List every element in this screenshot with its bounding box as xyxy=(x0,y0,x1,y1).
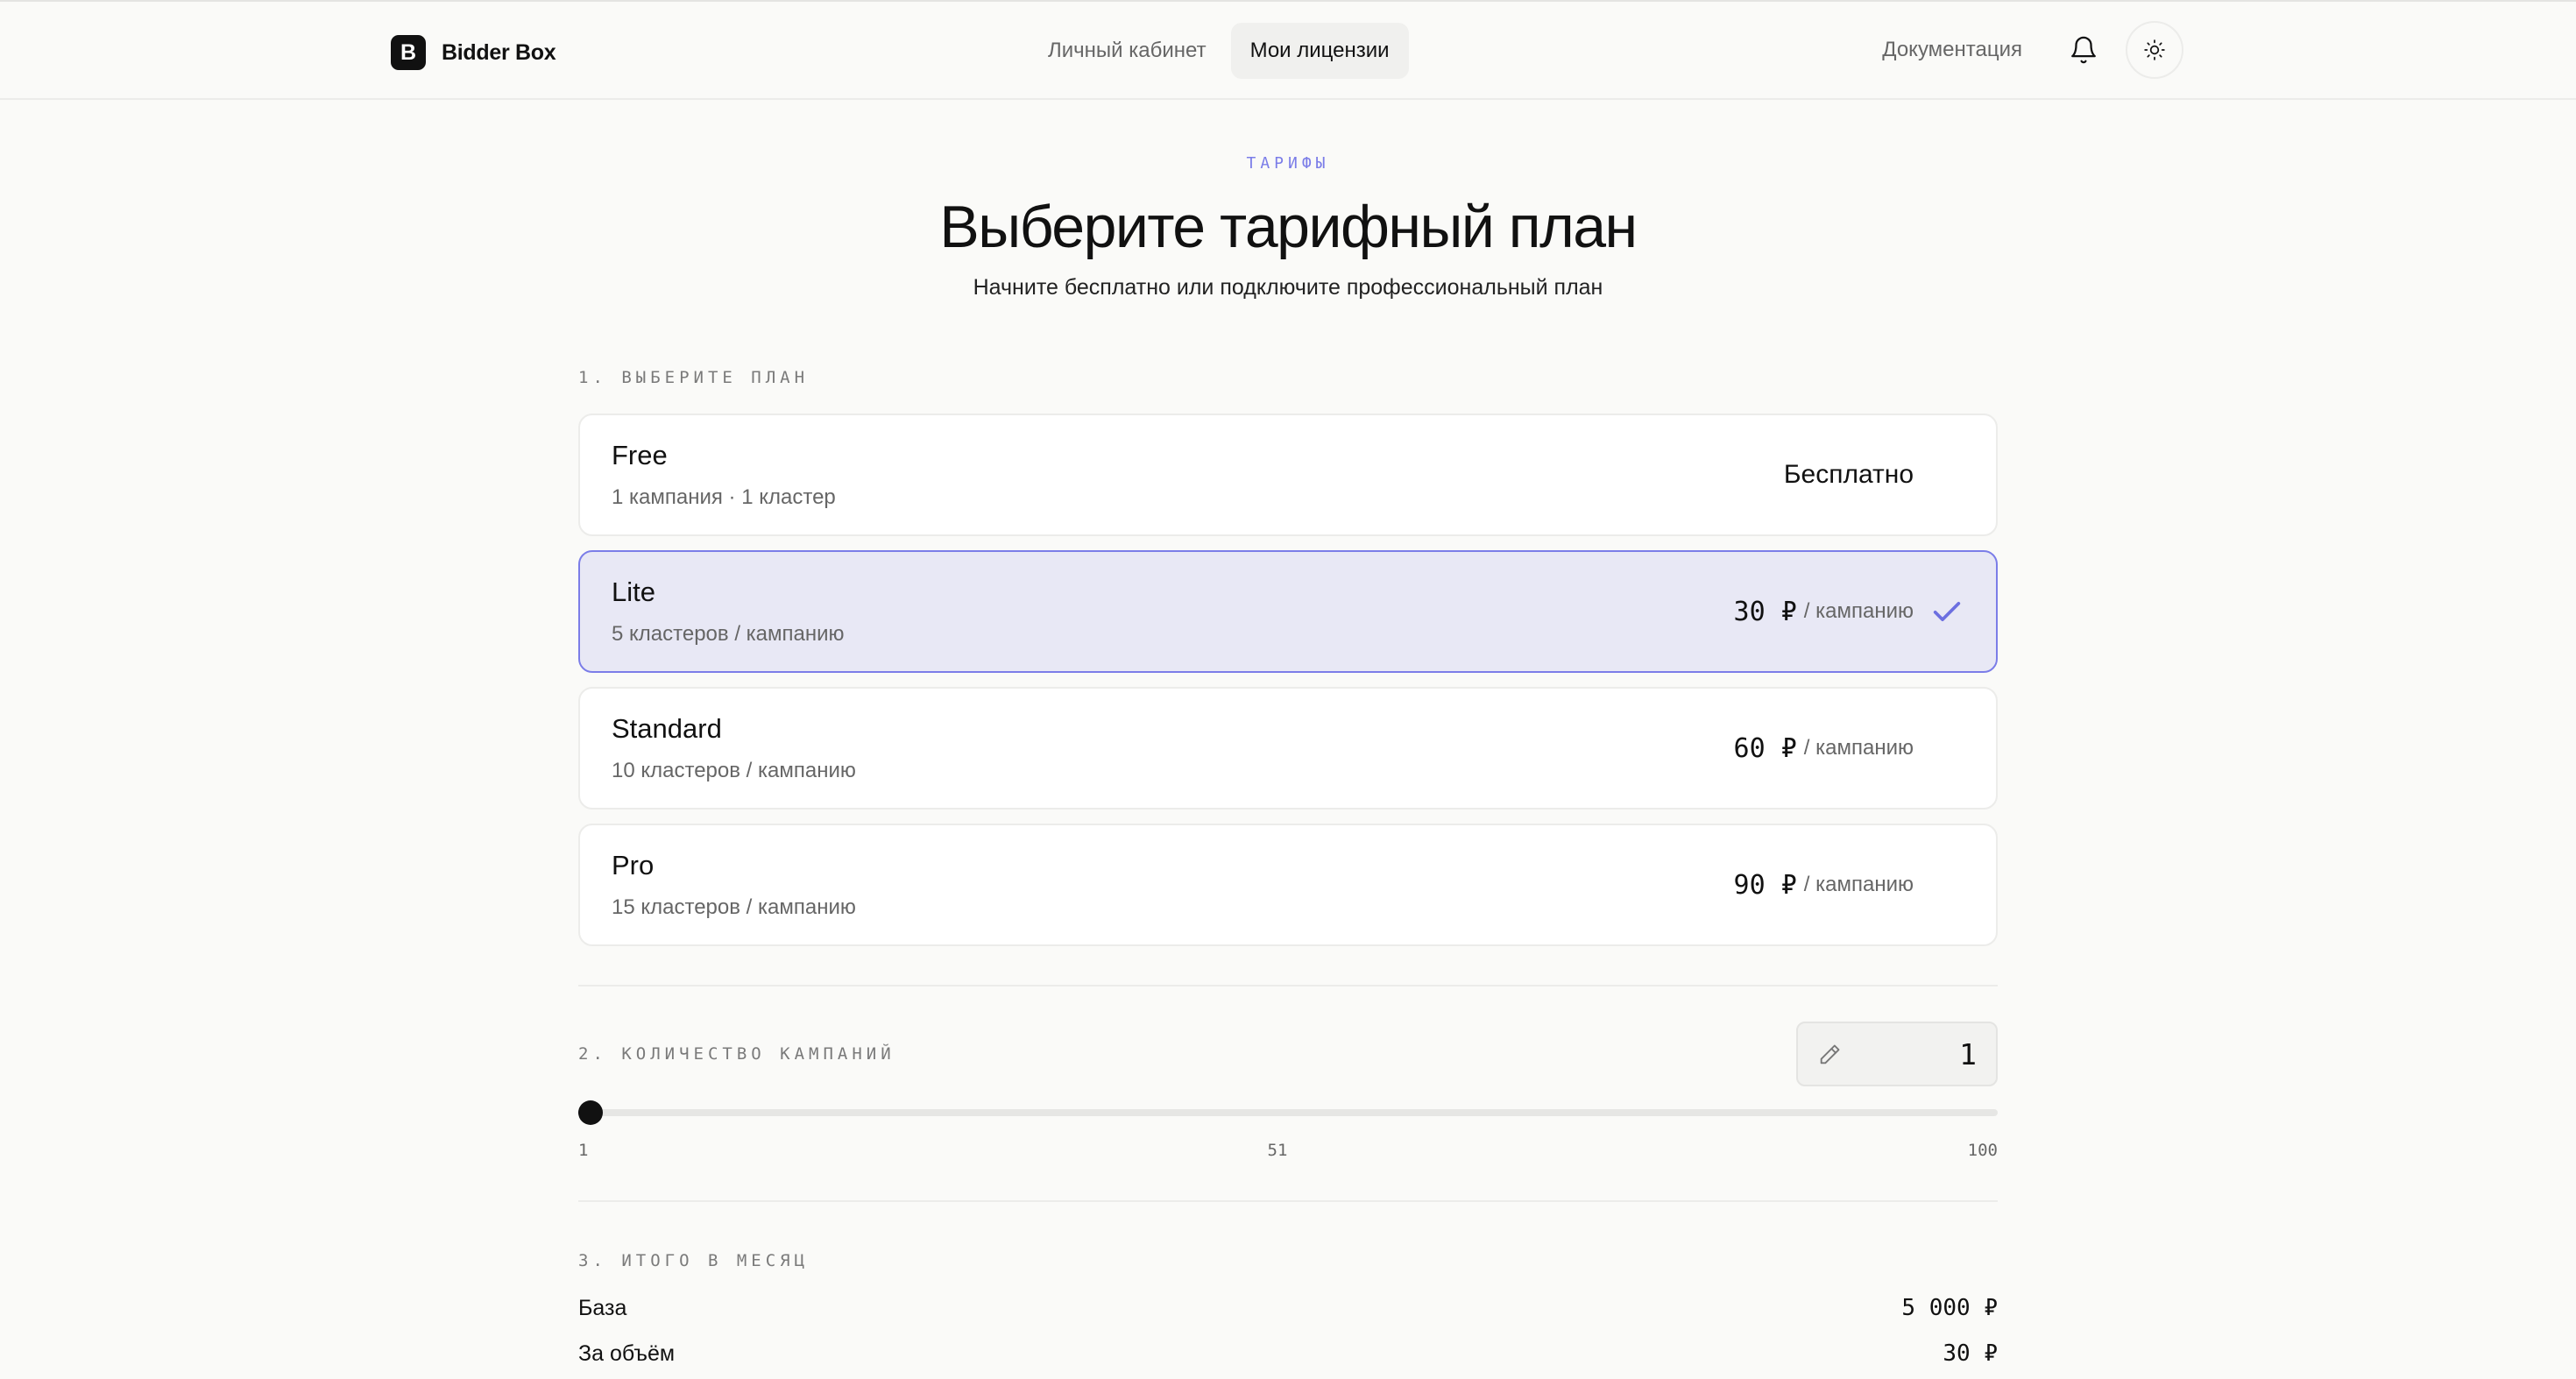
plan-card-pro[interactable]: Pro 15 кластеров / кампанию 90 ₽ / кампа… xyxy=(578,824,1998,946)
slider-tick-mid: 51 xyxy=(1267,1141,1288,1160)
nav-tab-licenses[interactable]: Мои лицензии xyxy=(1230,23,1409,79)
plan-list: Free 1 кампания · 1 кластер Бесплатно Li… xyxy=(578,414,1998,960)
plan-description: 10 кластеров / кампанию xyxy=(612,759,856,782)
bell-icon xyxy=(2071,36,2096,64)
campaign-count-input[interactable]: 1 xyxy=(1796,1022,1998,1086)
total-value: 30 ₽ xyxy=(1943,1340,1998,1367)
plan-description: 1 кампания · 1 кластер xyxy=(612,485,836,509)
plan-name: Lite xyxy=(612,576,655,607)
total-row-volume: За объём 30 ₽ xyxy=(578,1340,1998,1367)
plan-price-amount: 30 ₽ xyxy=(1733,596,1797,627)
header-actions: Документация xyxy=(1882,21,2183,79)
check-icon xyxy=(1933,602,1961,621)
section-eyebrow: ТАРИФЫ xyxy=(1246,154,1330,173)
step3-label: 3. ИТОГО В МЕСЯЦ xyxy=(578,1251,810,1270)
slider-tick-max: 100 xyxy=(1967,1141,1998,1160)
step2-label: 2. КОЛИЧЕСТВО КАМПАНИЙ xyxy=(578,1044,895,1064)
brand-name: Bidder Box xyxy=(442,39,556,65)
slider-tick-min: 1 xyxy=(578,1141,589,1160)
pencil-icon xyxy=(1820,1044,1840,1064)
nav-tab-account[interactable]: Личный кабинет xyxy=(1029,23,1226,79)
campaign-count-slider[interactable] xyxy=(578,1100,1998,1125)
plan-card-free[interactable]: Free 1 кампания · 1 кластер Бесплатно xyxy=(578,414,1998,536)
top-navbar: B Bidder Box Личный кабинет Мои лицензии… xyxy=(0,0,2576,100)
docs-link[interactable]: Документация xyxy=(1882,38,2022,62)
plan-price-amount: 90 ₽ xyxy=(1733,869,1797,901)
total-row-base: База 5 000 ₽ xyxy=(578,1295,1998,1321)
plan-price-unit: / кампанию xyxy=(1803,873,1914,896)
plan-price-unit: / кампанию xyxy=(1803,736,1914,760)
plan-name: Free xyxy=(612,440,668,470)
total-label: База xyxy=(578,1295,627,1320)
total-value: 5 000 ₽ xyxy=(1901,1295,1998,1321)
plan-price: Бесплатно xyxy=(1784,415,1914,534)
page-title: Выберите тарифный план xyxy=(939,194,1638,260)
slider-track xyxy=(578,1109,1998,1116)
sun-icon xyxy=(2144,39,2165,60)
page-subtitle: Начните бесплатно или подключите професс… xyxy=(973,275,1603,300)
notifications-button[interactable] xyxy=(2064,31,2103,69)
step1-label: 1. ВЫБЕРИТЕ ПЛАН xyxy=(578,368,810,387)
plan-card-lite[interactable]: Lite 5 кластеров / кампанию 30 ₽ / кампа… xyxy=(578,550,1998,673)
plan-price: 90 ₽ / кампанию xyxy=(1734,825,1914,944)
plan-price: 30 ₽ / кампанию xyxy=(1734,552,1914,671)
section-divider xyxy=(578,985,1998,987)
plan-name: Standard xyxy=(612,713,722,744)
brand-logo: B xyxy=(391,35,426,70)
theme-toggle-button[interactable] xyxy=(2126,21,2183,79)
plan-description: 5 кластеров / кампанию xyxy=(612,622,845,646)
campaign-count-value: 1 xyxy=(1959,1036,1977,1071)
plan-description: 15 кластеров / кампанию xyxy=(612,895,856,919)
plan-name: Pro xyxy=(612,850,655,880)
plan-price-amount: 60 ₽ xyxy=(1733,732,1797,764)
section-divider xyxy=(578,1200,1998,1202)
main-nav: Личный кабинет Мои лицензии xyxy=(1029,23,1409,79)
plan-price-free: Бесплатно xyxy=(1783,460,1914,489)
brand-home-link[interactable]: B Bidder Box xyxy=(391,35,556,70)
plan-price-unit: / кампанию xyxy=(1803,599,1914,623)
total-label: За объём xyxy=(578,1340,676,1366)
slider-thumb[interactable] xyxy=(578,1100,603,1125)
plan-card-standard[interactable]: Standard 10 кластеров / кампанию 60 ₽ / … xyxy=(578,687,1998,810)
plan-price: 60 ₽ / кампанию xyxy=(1734,689,1914,808)
